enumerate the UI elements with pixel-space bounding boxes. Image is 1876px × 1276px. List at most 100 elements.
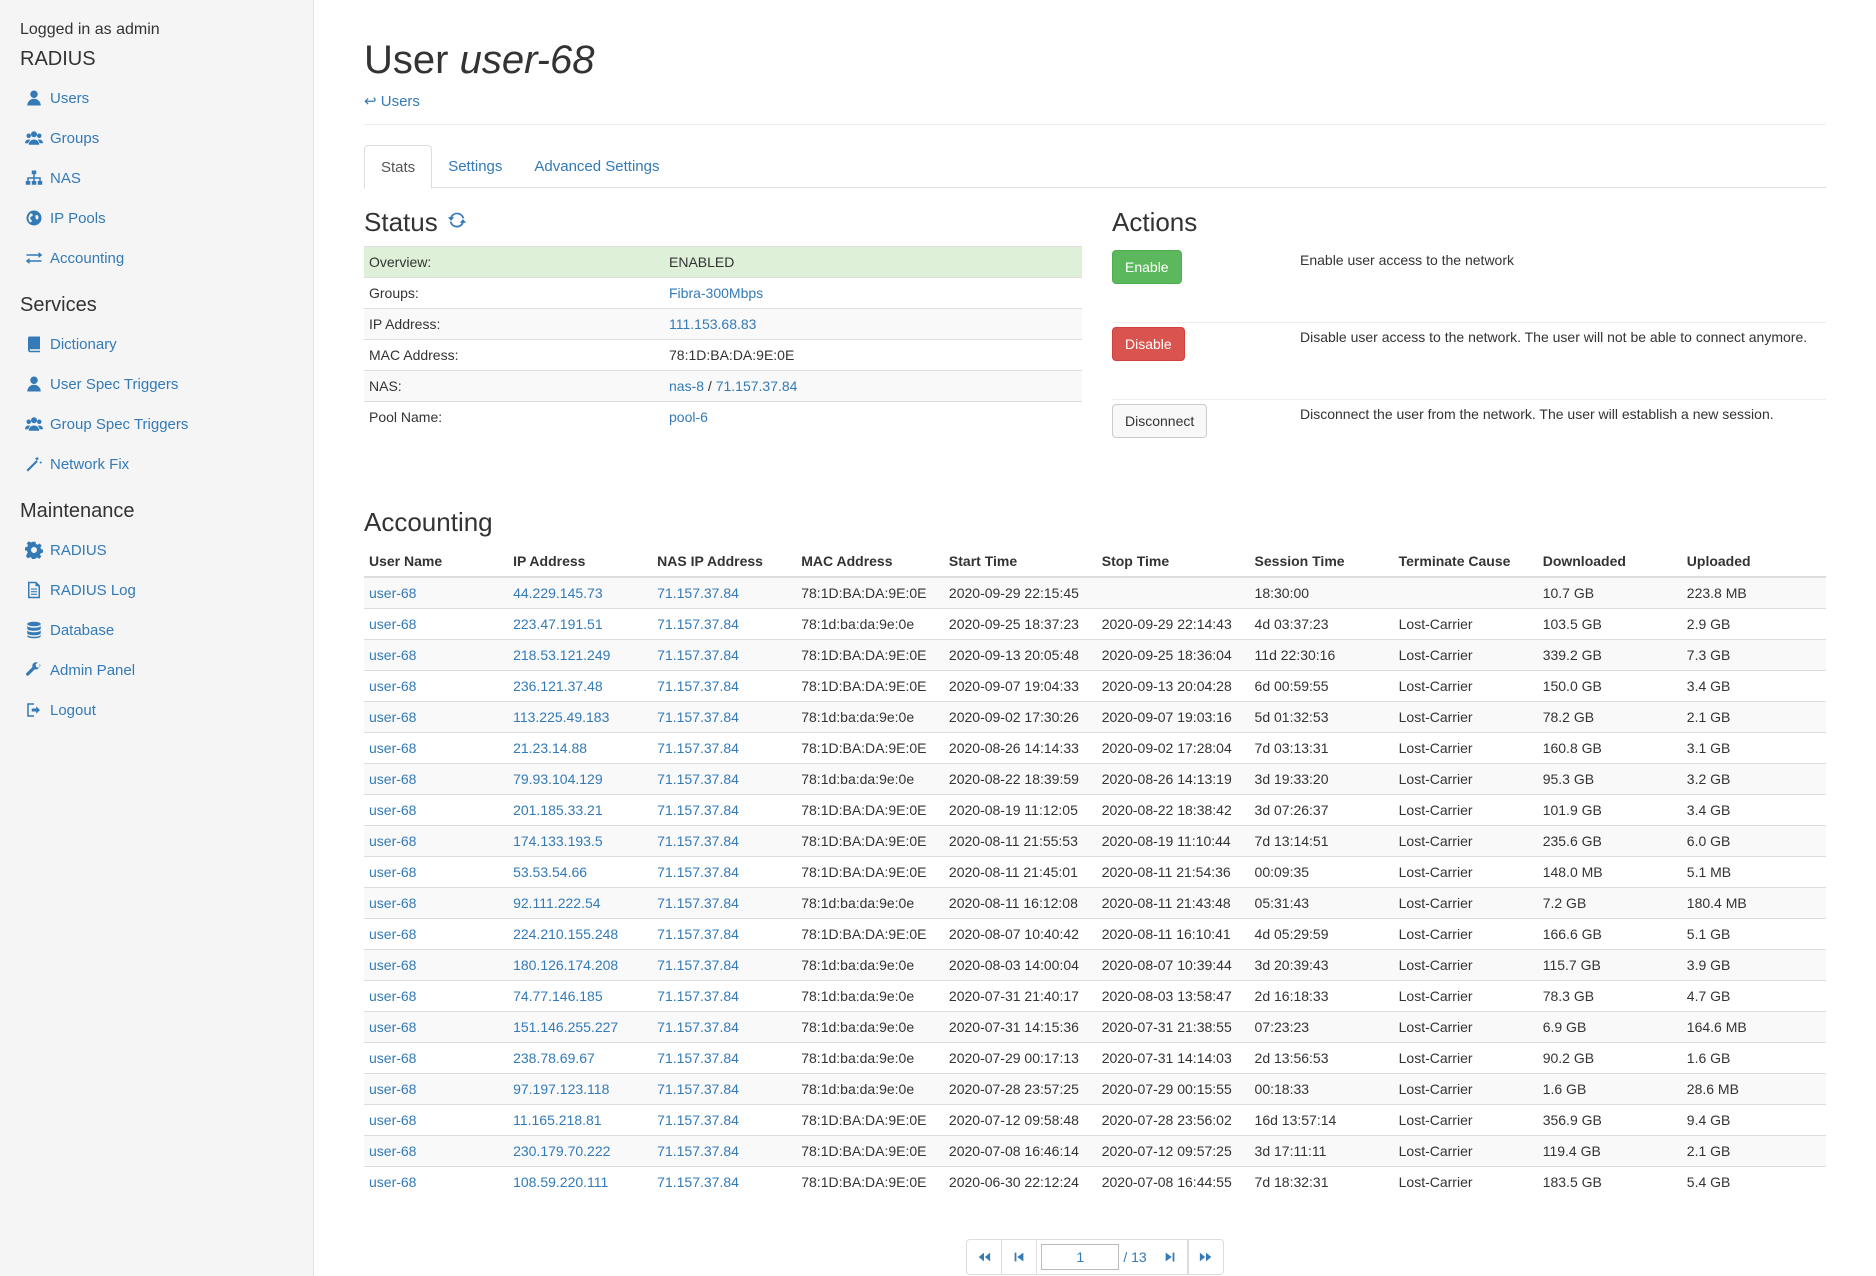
page-number-input[interactable] xyxy=(1041,1244,1120,1270)
column-header[interactable]: MAC Address xyxy=(796,546,944,578)
column-header[interactable]: Stop Time xyxy=(1096,546,1250,578)
user-link[interactable]: user-68 xyxy=(369,1143,416,1159)
column-header[interactable]: Downloaded xyxy=(1537,546,1682,578)
ip-address-link[interactable]: 218.53.121.249 xyxy=(513,647,610,663)
column-header[interactable]: Terminate Cause xyxy=(1393,546,1538,578)
user-link[interactable]: user-68 xyxy=(369,895,416,911)
first-page-icon[interactable] xyxy=(967,1240,1003,1274)
sidebar-item-users[interactable]: Users xyxy=(20,78,293,118)
ip-address-link[interactable]: 151.146.255.227 xyxy=(513,1019,618,1035)
nas-ip-link[interactable]: 71.157.37.84 xyxy=(657,1174,739,1190)
user-link[interactable]: user-68 xyxy=(369,988,416,1004)
tab-stats[interactable]: Stats xyxy=(364,145,433,189)
nas-ip-link[interactable]: 71.157.37.84 xyxy=(657,988,739,1004)
nas-ip-link[interactable]: 71.157.37.84 xyxy=(657,647,739,663)
tab-settings[interactable]: Settings xyxy=(432,145,518,187)
sidebar-item-radius-log[interactable]: RADIUS Log xyxy=(20,570,293,610)
column-header[interactable]: User Name xyxy=(364,546,509,578)
next-page-icon[interactable] xyxy=(1153,1240,1188,1274)
nas-ip-link[interactable]: 71.157.37.84 xyxy=(657,1081,739,1097)
enable-button[interactable]: Enable xyxy=(1112,250,1182,284)
sidebar-item-logout[interactable]: Logout xyxy=(20,690,293,730)
ip-address-link[interactable]: 97.197.123.118 xyxy=(513,1081,609,1097)
status-value-link[interactable]: 111.153.68.83 xyxy=(669,316,756,332)
nas-ip-link[interactable]: 71.157.37.84 xyxy=(657,1112,739,1128)
ip-address-link[interactable]: 44.229.145.73 xyxy=(513,585,603,601)
nas-ip-link[interactable]: 71.157.37.84 xyxy=(657,926,739,942)
ip-address-link[interactable]: 230.179.70.222 xyxy=(513,1143,610,1159)
user-link[interactable]: user-68 xyxy=(369,1081,416,1097)
user-link[interactable]: user-68 xyxy=(369,957,416,973)
status-value-link[interactable]: nas-8 xyxy=(669,378,704,394)
nas-ip-link[interactable]: 71.157.37.84 xyxy=(657,616,739,632)
ip-address-link[interactable]: 53.53.54.66 xyxy=(513,864,587,880)
ip-address-link[interactable]: 238.78.69.67 xyxy=(513,1050,595,1066)
ip-address-link[interactable]: 79.93.104.129 xyxy=(513,771,603,787)
ip-address-link[interactable]: 11.165.218.81 xyxy=(513,1112,602,1128)
user-link[interactable]: user-68 xyxy=(369,616,416,632)
back-to-users-link[interactable]: ↩ Users xyxy=(364,92,420,110)
sidebar-item-radius[interactable]: RADIUS xyxy=(20,530,293,570)
disable-button[interactable]: Disable xyxy=(1112,327,1185,361)
nas-ip-link[interactable]: 71.157.37.84 xyxy=(657,740,739,756)
nas-ip-link[interactable]: 71.157.37.84 xyxy=(657,1050,739,1066)
sidebar-item-database[interactable]: Database xyxy=(20,610,293,650)
user-link[interactable]: user-68 xyxy=(369,833,416,849)
column-header[interactable]: Uploaded xyxy=(1681,546,1826,578)
user-link[interactable]: user-68 xyxy=(369,740,416,756)
column-header[interactable]: Start Time xyxy=(943,546,1097,578)
nas-ip-link[interactable]: 71.157.37.84 xyxy=(657,678,739,694)
nas-ip-link[interactable]: 71.157.37.84 xyxy=(657,833,739,849)
sidebar-item-nas[interactable]: NAS xyxy=(20,158,293,198)
sidebar-item-admin-panel[interactable]: Admin Panel xyxy=(20,650,293,690)
ip-address-link[interactable]: 224.210.155.248 xyxy=(513,926,618,942)
ip-address-link[interactable]: 113.225.49.183 xyxy=(513,709,609,725)
ip-address-link[interactable]: 201.185.33.21 xyxy=(513,802,603,818)
user-link[interactable]: user-68 xyxy=(369,864,416,880)
nas-ip-link[interactable]: 71.157.37.84 xyxy=(657,585,739,601)
user-link[interactable]: user-68 xyxy=(369,802,416,818)
nas-ip-link[interactable]: 71.157.37.84 xyxy=(657,771,739,787)
nas-ip-link[interactable]: 71.157.37.84 xyxy=(657,895,739,911)
user-link[interactable]: user-68 xyxy=(369,1019,416,1035)
status-value-link[interactable]: 71.157.37.84 xyxy=(716,378,798,394)
sidebar-item-network-fix[interactable]: Network Fix xyxy=(20,444,293,484)
ip-address-link[interactable]: 74.77.146.185 xyxy=(513,988,603,1004)
sidebar-item-accounting[interactable]: Accounting xyxy=(20,238,293,278)
last-page-icon[interactable] xyxy=(1187,1240,1223,1274)
column-header[interactable]: IP Address xyxy=(508,546,653,578)
user-link[interactable]: user-68 xyxy=(369,647,416,663)
user-link[interactable]: user-68 xyxy=(369,771,416,787)
user-link[interactable]: user-68 xyxy=(369,926,416,942)
nas-ip-link[interactable]: 71.157.37.84 xyxy=(657,957,739,973)
prev-page-icon[interactable] xyxy=(1002,1240,1038,1274)
ip-address-link[interactable]: 174.133.193.5 xyxy=(513,833,603,849)
user-link[interactable]: user-68 xyxy=(369,1050,416,1066)
user-link[interactable]: user-68 xyxy=(369,1174,416,1190)
ip-address-link[interactable]: 180.126.174.208 xyxy=(513,957,618,973)
user-link[interactable]: user-68 xyxy=(369,709,416,725)
user-link[interactable]: user-68 xyxy=(369,1112,416,1128)
ip-address-link[interactable]: 92.111.222.54 xyxy=(513,895,600,911)
nas-ip-link[interactable]: 71.157.37.84 xyxy=(657,1019,739,1035)
nas-ip-link[interactable]: 71.157.37.84 xyxy=(657,802,739,818)
tab-advanced-settings[interactable]: Advanced Settings xyxy=(518,145,675,187)
column-header[interactable]: Session Time xyxy=(1249,546,1394,578)
status-value-link[interactable]: pool-6 xyxy=(669,409,708,425)
user-link[interactable]: user-68 xyxy=(369,678,416,694)
refresh-icon[interactable] xyxy=(446,206,468,238)
user-link[interactable]: user-68 xyxy=(369,585,416,601)
ip-address-link[interactable]: 236.121.37.48 xyxy=(513,678,603,694)
sidebar-item-dictionary[interactable]: Dictionary xyxy=(20,324,293,364)
ip-address-link[interactable]: 223.47.191.51 xyxy=(513,616,603,632)
sidebar-item-groups[interactable]: Groups xyxy=(20,118,293,158)
disconnect-button[interactable]: Disconnect xyxy=(1112,404,1208,438)
sidebar-item-user-spec-triggers[interactable]: User Spec Triggers xyxy=(20,364,293,404)
status-value-link[interactable]: Fibra-300Mbps xyxy=(669,285,763,301)
ip-address-link[interactable]: 21.23.14.88 xyxy=(513,740,587,756)
nas-ip-link[interactable]: 71.157.37.84 xyxy=(657,1143,739,1159)
sidebar-item-group-spec-triggers[interactable]: Group Spec Triggers xyxy=(20,404,293,444)
nas-ip-link[interactable]: 71.157.37.84 xyxy=(657,709,739,725)
column-header[interactable]: NAS IP Address xyxy=(652,546,797,578)
ip-address-link[interactable]: 108.59.220.111 xyxy=(513,1174,608,1190)
